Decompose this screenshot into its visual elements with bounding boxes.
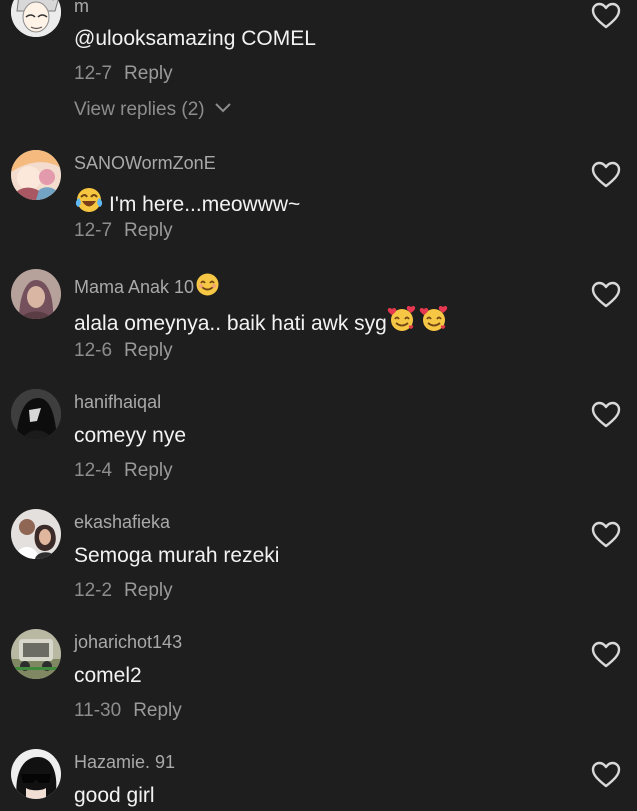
comment-meta: 12-7 Reply bbox=[74, 63, 173, 85]
comment-username[interactable]: Mama Anak 10 bbox=[74, 272, 220, 298]
comment-text-content: I'm here...meowww~ bbox=[109, 193, 301, 216]
reply-button[interactable]: Reply bbox=[124, 580, 173, 601]
comment-text-content: comeyy nye bbox=[74, 424, 187, 447]
comment-text: @ulooksamazing COMEL bbox=[74, 27, 316, 51]
view-replies-label: View replies (2) bbox=[74, 99, 205, 120]
avatar[interactable] bbox=[11, 0, 61, 37]
comment-username-text: Mama Anak 10 bbox=[74, 277, 195, 297]
smiling-emoji bbox=[196, 273, 219, 296]
comment-date: 12-4 bbox=[74, 460, 113, 481]
comment-text-content: @ulooksamazing COMEL bbox=[74, 27, 316, 50]
smiling-face-with-hearts-emoji bbox=[387, 305, 449, 335]
comment-username[interactable]: Hazamie. 91 bbox=[74, 752, 175, 773]
heart-icon[interactable] bbox=[591, 401, 621, 429]
reply-button[interactable]: Reply bbox=[124, 340, 173, 361]
heart-icon[interactable] bbox=[591, 641, 621, 669]
heart-icon[interactable] bbox=[591, 2, 621, 30]
joy-tears-emoji bbox=[75, 188, 103, 212]
reply-button[interactable]: Reply bbox=[124, 220, 173, 241]
avatar[interactable] bbox=[11, 629, 61, 679]
heart-icon[interactable] bbox=[591, 521, 621, 549]
chevron-down-icon bbox=[215, 103, 231, 113]
comment-text-content: alala omeynya.. baik hati awk syg bbox=[74, 312, 387, 335]
avatar[interactable] bbox=[11, 509, 61, 559]
comment-text: comeyy nye bbox=[74, 424, 186, 448]
reply-button[interactable]: Reply bbox=[124, 63, 173, 84]
heart-icon[interactable] bbox=[591, 761, 621, 789]
comment-text: alala omeynya.. baik hati awk syg bbox=[74, 304, 449, 336]
heart-icon[interactable] bbox=[591, 161, 621, 189]
comment-text: I'm here...meowww~ bbox=[74, 185, 300, 217]
heart-icon[interactable] bbox=[591, 281, 621, 309]
avatar[interactable] bbox=[11, 749, 61, 799]
comment-username[interactable]: joharichot143 bbox=[74, 632, 182, 653]
comment-meta: 11-30 Reply bbox=[74, 700, 182, 722]
comment-username[interactable]: hanifhaiqal bbox=[74, 392, 161, 413]
comment-text-content: good girl bbox=[74, 784, 155, 807]
comment-username[interactable]: SANOWormZonE bbox=[74, 153, 216, 174]
comment-text: good girl bbox=[74, 784, 155, 808]
view-replies-button[interactable]: View replies (2) bbox=[74, 99, 232, 121]
comment-date: 11-30 bbox=[74, 700, 122, 721]
comment-meta: 12-7 Reply bbox=[74, 220, 173, 242]
comment-username[interactable]: m bbox=[74, 0, 89, 17]
comment-text-content: Semoga murah rezeki bbox=[74, 544, 280, 567]
comment-text-content: comel2 bbox=[74, 664, 142, 687]
avatar[interactable] bbox=[11, 150, 61, 200]
reply-button[interactable]: Reply bbox=[133, 700, 182, 721]
comment-username[interactable]: ekashafieka bbox=[74, 512, 170, 533]
comment-meta: 12-6 Reply bbox=[74, 340, 173, 362]
comment-date: 12-2 bbox=[74, 580, 113, 601]
comment-date: 12-7 bbox=[74, 63, 113, 84]
avatar[interactable] bbox=[11, 269, 61, 319]
comment-date: 12-7 bbox=[74, 220, 113, 241]
reply-button[interactable]: Reply bbox=[124, 460, 173, 481]
comment-meta: 12-2 Reply bbox=[74, 580, 173, 602]
comment-text: comel2 bbox=[74, 664, 142, 688]
comment-date: 12-6 bbox=[74, 340, 113, 361]
comment-meta: 12-4 Reply bbox=[74, 460, 173, 482]
avatar[interactable] bbox=[11, 389, 61, 439]
comment-text: Semoga murah rezeki bbox=[74, 544, 279, 568]
